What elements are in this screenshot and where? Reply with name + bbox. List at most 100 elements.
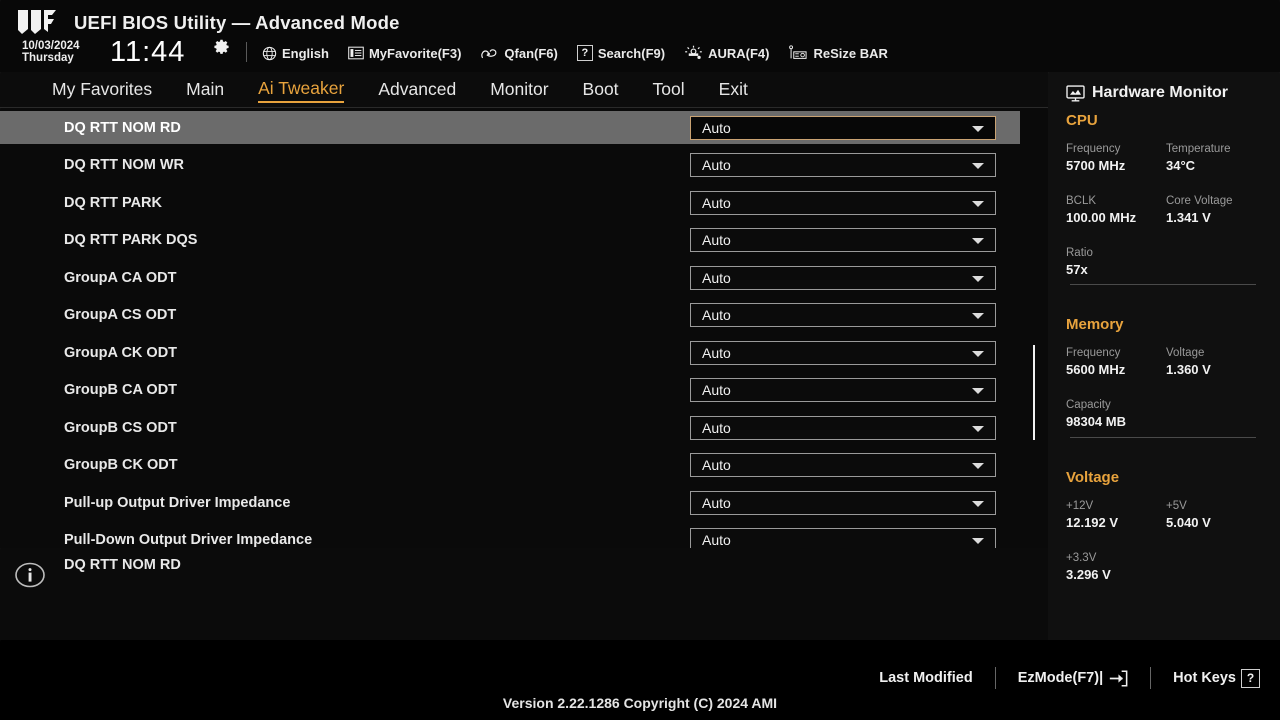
hwm-key: Temperature [1166, 143, 1231, 155]
header-item-label: AURA(F4) [708, 45, 770, 61]
dropdown-value: Auto [702, 494, 731, 511]
dropdown-value: Auto [702, 457, 731, 473]
hwm-cell: Core Voltage 1.341 V [1166, 193, 1233, 227]
setting-dropdown[interactable]: Auto [690, 340, 996, 365]
hwm-value: 5700 MHz [1066, 158, 1126, 173]
hwm-value: 5.040 V [1166, 515, 1211, 530]
header-item-label: ReSize BAR [813, 45, 888, 61]
setting-row[interactable]: DQ RTT PARK Auto [0, 186, 1020, 219]
hardware-monitor-panel: Hardware Monitor CPU Frequency 5700 MHz Tem… [1048, 72, 1280, 640]
nav-tab-tool[interactable]: Tool [653, 79, 685, 102]
gpu-card-icon [789, 45, 808, 59]
setting-row[interactable]: Pull-Down Output Driver Impedance Auto [0, 524, 1020, 548]
hwm-value: 1.341 V [1166, 210, 1211, 225]
setting-label: DQ RTT PARK DQS [64, 232, 198, 248]
chevron-down-icon [972, 425, 984, 432]
hardware-monitor-title-row: Hardware Monitor [1066, 84, 1228, 102]
scrollbar-thumb[interactable] [1033, 345, 1035, 440]
setting-label: DQ RTT NOM WR [64, 157, 185, 173]
hwm-cell: +5V 5.040 V [1166, 498, 1211, 532]
setting-row[interactable]: DQ RTT NOM WR Auto [0, 149, 1020, 182]
header-item-resize-bar[interactable]: ReSize BAR [788, 45, 888, 61]
nav-tab-ai-tweaker[interactable]: Ai Tweaker [258, 78, 345, 103]
setting-row[interactable]: DQ RTT PARK DQS Auto [0, 224, 1020, 257]
setting-label: GroupA CS ODT [64, 307, 177, 323]
nav-tab-exit[interactable]: Exit [719, 79, 748, 102]
setting-dropdown[interactable]: Auto [690, 378, 996, 402]
setting-row[interactable]: GroupA CK ODT Auto [0, 336, 1020, 369]
dropdown-value: Auto [702, 532, 731, 548]
nav-tab-my-favorites[interactable]: My Favorites [52, 79, 152, 102]
arrow-into-bracket-icon [1109, 669, 1128, 687]
setting-label: DQ RTT NOM RD [64, 119, 181, 136]
hwm-cell: +3.3V 3.296 V [1066, 550, 1111, 584]
monitor-icon [1066, 84, 1085, 101]
hwm-cell: Ratio 57x [1066, 245, 1093, 279]
header-actions: English MyFavorite(F3) Qfan(F6) ? Search… [262, 41, 888, 65]
hwm-cell: +12V 12.192 V [1066, 498, 1118, 532]
setting-label: GroupB CS ODT [64, 419, 177, 436]
chevron-down-icon [972, 500, 984, 507]
setting-dropdown[interactable]: Auto [690, 415, 996, 440]
hwm-value: 1.360 V [1166, 362, 1211, 377]
header-item-myfavorite[interactable]: MyFavorite(F3) [348, 46, 461, 61]
ezmode-label: EzMode(F7)| [1017, 670, 1104, 686]
setting-dropdown[interactable]: Auto [690, 153, 996, 177]
hwm-value: 57x [1066, 262, 1088, 277]
hwm-value: 34°C [1166, 158, 1196, 173]
chevron-down-icon [972, 538, 984, 544]
header-item-label: Qfan(F6) [504, 45, 558, 61]
setting-label: GroupA CK ODT [64, 344, 178, 361]
gear-icon[interactable] [213, 39, 230, 56]
help-text: DQ RTT NOM RD [64, 557, 181, 573]
setting-dropdown[interactable]: Auto [690, 228, 996, 252]
setting-row[interactable]: Pull-up Output Driver Impedance Auto [0, 486, 1020, 519]
setting-dropdown[interactable]: Auto [690, 265, 996, 290]
last-modified-button[interactable]: Last Modified [879, 670, 972, 686]
setting-row[interactable]: GroupB CS ODT Auto [0, 411, 1020, 444]
chevron-down-icon [972, 350, 984, 357]
nav-tab-main[interactable]: Main [186, 79, 224, 102]
date-block: 10/03/2024 Thursday [22, 40, 80, 65]
aura-light-icon [685, 45, 702, 60]
nav-tabs: My Favorites Main Ai Tweaker Advanced Monito… [52, 72, 748, 108]
header-item-search[interactable]: ? Search(F9) [576, 45, 665, 61]
weekday-text: Thursday [22, 52, 74, 65]
setting-label: Pull-Down Output Driver Impedance [64, 532, 313, 548]
hwm-value: 5600 MHz [1066, 362, 1126, 377]
hwm-section-divider [1070, 284, 1256, 285]
header-item-aura[interactable]: AURA(F4) [684, 45, 769, 61]
setting-row[interactable]: GroupA CS ODT Auto [0, 299, 1020, 332]
nav-tab-monitor[interactable]: Monitor [490, 79, 548, 102]
nav-tab-advanced[interactable]: Advanced [378, 79, 456, 102]
header-item-english[interactable]: English [262, 46, 329, 61]
setting-dropdown[interactable]: Auto [690, 453, 996, 477]
setting-dropdown[interactable]: Auto [690, 528, 996, 548]
setting-row[interactable]: GroupB CA ODT Auto [0, 374, 1020, 407]
hotkeys-button[interactable]: Hot Keys ? [1173, 668, 1260, 688]
setting-dropdown[interactable]: Auto [690, 303, 996, 327]
setting-row[interactable]: DQ RTT NOM RD Auto [0, 111, 1020, 144]
hwm-value: 100.00 MHz [1066, 210, 1137, 225]
bios-screen: UEFI BIOS Utility — Advanced Mode 10/03/… [0, 0, 1280, 720]
header-item-qfan[interactable]: Qfan(F6) [480, 45, 558, 61]
chevron-down-icon [972, 238, 984, 244]
hwm-key: Voltage [1166, 347, 1205, 359]
ezmode-button[interactable]: EzMode(F7)| [1017, 669, 1128, 687]
setting-dropdown[interactable]: Auto [690, 115, 996, 140]
setting-row[interactable]: GroupB CK ODT Auto [0, 449, 1020, 482]
hwm-key: +3.3V [1066, 552, 1097, 564]
setting-dropdown[interactable]: Auto [690, 190, 996, 215]
hwm-cell: Temperature 34°C [1166, 141, 1231, 175]
date-text: 10/03/2024 [22, 40, 80, 52]
dropdown-value: Auto [702, 194, 731, 211]
hwm-cell: BCLK 100.00 MHz [1066, 193, 1136, 227]
dropdown-value: Auto [702, 269, 731, 286]
setting-row[interactable]: GroupA CA ODT Auto [0, 261, 1020, 294]
header-divider [246, 42, 247, 62]
setting-dropdown[interactable]: Auto [690, 490, 996, 515]
setting-label: Pull-up Output Driver Impedance [64, 494, 291, 511]
header-bar: UEFI BIOS Utility — Advanced Mode 10/03/… [0, 0, 1280, 72]
nav-tab-boot[interactable]: Boot [583, 79, 619, 102]
scrollbar-track[interactable] [1033, 108, 1035, 548]
